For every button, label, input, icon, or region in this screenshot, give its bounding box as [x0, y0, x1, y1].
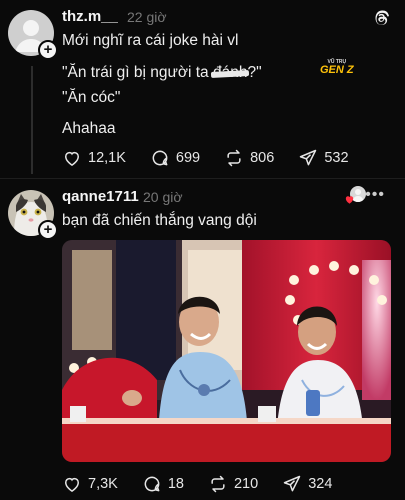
post1-shares-count: 532 — [324, 150, 348, 166]
post2-username[interactable]: qanne1711 — [62, 188, 139, 205]
follow-plus-icon[interactable]: + — [38, 40, 58, 60]
heart-icon — [62, 148, 82, 168]
post1-line-4: Ahahaa — [62, 120, 115, 138]
post2-comment-button[interactable]: 18 — [142, 474, 184, 494]
post2-share-button[interactable]: 324 — [282, 474, 332, 494]
post-divider — [0, 178, 405, 179]
repost-icon — [208, 474, 228, 494]
post2-shares-count: 324 — [308, 476, 332, 492]
heart-icon — [62, 474, 82, 494]
post2-likes-count: 7,3K — [88, 476, 118, 492]
post2-reposts-count: 210 — [234, 476, 258, 492]
more-options-icon[interactable]: ••• — [365, 186, 385, 204]
post2-text: bạn đã chiến thắng vang dội — [62, 212, 257, 230]
censored-word: đánh — [213, 64, 247, 82]
post1-line-2: "Ăn trái gì bị người ta đánh?" — [62, 64, 262, 82]
post1-avatar[interactable]: + — [8, 10, 54, 56]
liked-by-indicator[interactable] — [344, 186, 366, 208]
share-icon — [298, 148, 318, 168]
post2-repost-button[interactable]: 210 — [208, 474, 258, 494]
heart-icon — [344, 194, 355, 205]
genz-watermark-logo: VŨ TRỤ GEN Z — [320, 60, 354, 76]
post2-comments-count: 18 — [168, 476, 184, 492]
post1-share-button[interactable]: 532 — [298, 148, 348, 168]
post1-line-2-end: ?" — [247, 64, 261, 81]
post1-line-3: "Ăn cóc" — [62, 89, 120, 107]
threads-logo-icon[interactable] — [371, 8, 391, 33]
post1-actions: 12,1K 699 806 532 — [62, 148, 373, 168]
post1-likes-count: 12,1K — [88, 150, 126, 166]
follow-plus-icon[interactable]: + — [38, 220, 58, 240]
post1-line-2-text: "Ăn trái gì bị người ta — [62, 64, 213, 81]
thread-connector-line — [31, 66, 33, 174]
repost-icon — [224, 148, 244, 168]
post2-photo[interactable] — [62, 240, 391, 462]
post1-like-button[interactable]: 12,1K — [62, 148, 126, 168]
share-icon — [282, 474, 302, 494]
post1-username[interactable]: thz.m__ — [62, 8, 118, 25]
post2-actions: 7,3K 18 210 324 — [62, 474, 356, 494]
post1-time: 22 giờ — [127, 9, 167, 25]
post2-avatar[interactable]: + — [8, 190, 54, 236]
comment-icon — [150, 148, 170, 168]
post1-comments-count: 699 — [176, 150, 200, 166]
post1-line-1: Mới nghĩ ra cái joke hài vl — [62, 32, 238, 50]
comment-icon — [142, 474, 162, 494]
post2-like-button[interactable]: 7,3K — [62, 474, 118, 494]
watermark-big: GEN Z — [320, 65, 354, 76]
post1-reposts-count: 806 — [250, 150, 274, 166]
post1-comment-button[interactable]: 699 — [150, 148, 200, 168]
post1-repost-button[interactable]: 806 — [224, 148, 274, 168]
post2-time: 20 giờ — [143, 189, 183, 205]
